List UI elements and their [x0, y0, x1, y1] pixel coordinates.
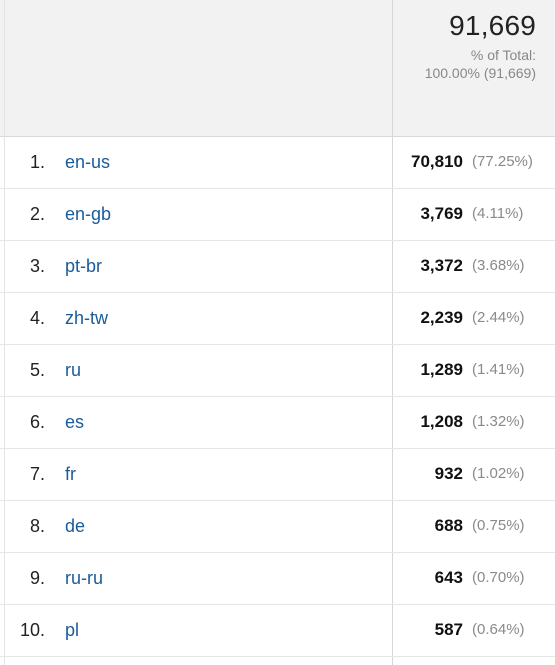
row-percentage: (4.11%) [472, 205, 524, 222]
row-value: 932 [434, 464, 463, 483]
row-index: 8. [29, 516, 45, 536]
row-value: 3,769 [420, 204, 463, 223]
row-value: 2,239 [420, 308, 463, 327]
row-value: 587 [434, 620, 463, 639]
row-label-link[interactable]: en-gb [65, 188, 111, 240]
row-value: 688 [434, 516, 463, 535]
row-label-link[interactable]: en-us [65, 136, 110, 188]
row-label-link[interactable]: pl [65, 604, 79, 656]
row-index: 10. [19, 620, 45, 640]
table-row: 2. en-gb 3,769 (4.11%) [0, 188, 555, 241]
row-label-link[interactable]: pt-br [65, 240, 102, 292]
row-index: 1. [29, 152, 45, 172]
row-percentage: (0.70%) [472, 569, 525, 586]
row-label-link[interactable]: fr [65, 448, 76, 500]
table-header-row: 91,669 % of Total: 100.00% (91,669) [0, 0, 555, 137]
row-label-link[interactable]: ru [65, 344, 81, 396]
row-percentage: (77.25%) [472, 153, 533, 170]
row-percentage: (1.02%) [472, 465, 525, 482]
table-row: 6. es 1,208 (1.32%) [0, 396, 555, 449]
row-label-link[interactable]: es [65, 396, 84, 448]
row-value: 1,289 [420, 360, 463, 379]
row-value: 643 [434, 568, 463, 587]
row-index: 2. [29, 204, 45, 224]
table-row: 1. en-us 70,810 (77.25%) [0, 136, 555, 189]
table-row: 10. pl 587 (0.64%) [0, 604, 555, 657]
table-row: 8. de 688 (0.75%) [0, 500, 555, 553]
row-label-link[interactable]: de [65, 500, 85, 552]
row-value: 3,372 [420, 256, 463, 275]
table-row: 9. ru-ru 643 (0.70%) [0, 552, 555, 605]
row-percentage: (0.64%) [472, 621, 525, 638]
table-row: 3. pt-br 3,372 (3.68%) [0, 240, 555, 293]
row-percentage: (1.32%) [472, 413, 525, 430]
row-percentage: (0.75%) [472, 517, 525, 534]
table-row: 7. fr 932 (1.02%) [0, 448, 555, 501]
row-value: 70,810 [411, 152, 463, 171]
row-percentage: (2.44%) [472, 309, 525, 326]
row-index: 4. [29, 308, 45, 328]
row-label-link[interactable]: ru-ru [65, 552, 103, 604]
row-index: 9. [29, 568, 45, 588]
row-index: 5. [29, 360, 45, 380]
row-index: 7. [29, 464, 45, 484]
row-index: 3. [29, 256, 45, 276]
row-index: 6. [29, 412, 45, 432]
row-value: 1,208 [420, 412, 463, 431]
row-percentage: (3.68%) [472, 257, 525, 274]
table-row: 5. ru 1,289 (1.41%) [0, 344, 555, 397]
total-label: % of Total: [470, 47, 536, 63]
total-detail: 100.00% (91,669) [424, 65, 536, 81]
data-table: 91,669 % of Total: 100.00% (91,669) 1. e… [0, 0, 555, 665]
row-label-link[interactable]: zh-tw [65, 292, 108, 344]
table-row: 4. zh-tw 2,239 (2.44%) [0, 292, 555, 345]
total-summary: % of Total: 100.00% (91,669) [425, 46, 536, 82]
row-percentage: (1.41%) [472, 361, 525, 378]
total-value: 91,669 [449, 10, 536, 41]
